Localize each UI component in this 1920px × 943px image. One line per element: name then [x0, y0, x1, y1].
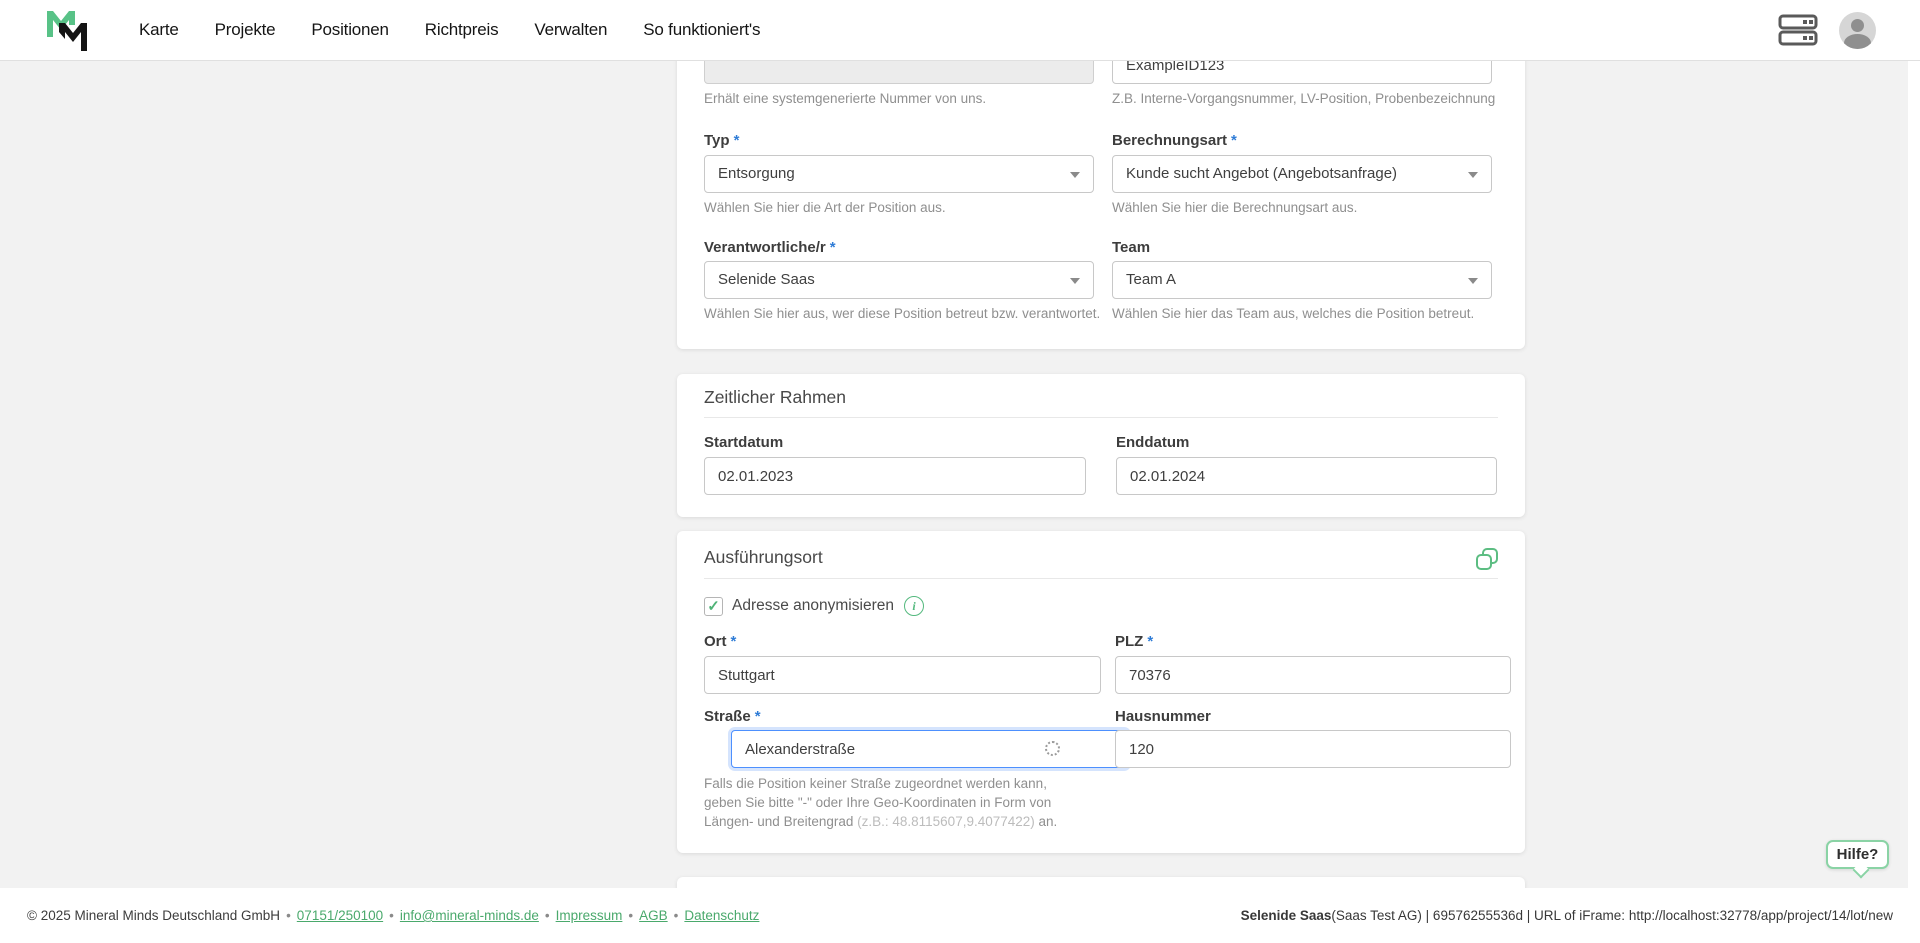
typ-hint: Wählen Sie hier die Art der Position aus…: [704, 200, 1094, 215]
berechnungsart-hint: Wählen Sie hier die Berechnungsart aus.: [1112, 200, 1492, 215]
footer-left: © 2025 Mineral Minds Deutschland GmbH • …: [27, 888, 759, 943]
card-next-section: [677, 877, 1525, 888]
ort-input[interactable]: [704, 656, 1101, 694]
copyright-text: © 2025 Mineral Minds Deutschland GmbH: [27, 908, 280, 923]
footer-session-info: Selenide Saas (Saas Test AG) | 695762555…: [1241, 888, 1893, 943]
strasse-help-text: Falls die Position keiner Straße zugeord…: [704, 774, 1084, 831]
hausnummer-input[interactable]: [1115, 730, 1511, 768]
plz-input[interactable]: [1115, 656, 1511, 694]
footer-link-phone[interactable]: 07151/250100: [297, 908, 383, 923]
verantwortliche-label: Verantwortliche/r*: [704, 239, 1094, 256]
checkmark-icon: ✓: [707, 599, 720, 614]
team-label: Team: [1112, 239, 1492, 256]
card-position-details: Erhält eine systemgenerierte Nummer von …: [677, 61, 1525, 349]
required-asterisk: *: [734, 132, 740, 149]
divider: [704, 417, 1498, 418]
nav-item-karte[interactable]: Karte: [139, 20, 179, 40]
strasse-label: Straße*: [704, 708, 1101, 725]
external-id-hint: Z.B. Interne-Vorgangsnummer, LV-Position…: [1112, 91, 1492, 106]
footer-username: Selenide Saas: [1241, 908, 1332, 923]
startdatum-input[interactable]: [704, 457, 1086, 495]
system-number-input: [704, 61, 1094, 84]
nav-item-projekte[interactable]: Projekte: [215, 20, 276, 40]
berechnungsart-label: Berechnungsart*: [1112, 132, 1492, 149]
section-title-zeitlicher-rahmen: Zeitlicher Rahmen: [704, 387, 846, 408]
enddatum-input[interactable]: [1116, 457, 1497, 495]
nav-item-verwalten[interactable]: Verwalten: [534, 20, 607, 40]
card-ausfuehrungsort: Ausführungsort ✓ Adresse anonymisieren i…: [677, 531, 1525, 853]
verantwortliche-select[interactable]: Selenide Saas: [704, 261, 1094, 299]
navbar-right: [1777, 0, 1876, 60]
separator: •: [286, 908, 291, 923]
external-id-input[interactable]: [1112, 61, 1492, 84]
nav-item-positionen[interactable]: Positionen: [311, 20, 388, 40]
chevron-down-icon: [1468, 278, 1478, 284]
nav-links: Karte Projekte Positionen Richtpreis Ver…: [139, 0, 760, 60]
anonymize-checkbox[interactable]: ✓: [704, 597, 723, 616]
separator: •: [628, 908, 633, 923]
hausnummer-label: Hausnummer: [1115, 708, 1511, 725]
chevron-down-icon: [1468, 172, 1478, 178]
user-avatar[interactable]: [1839, 12, 1876, 49]
footer: © 2025 Mineral Minds Deutschland GmbH • …: [0, 888, 1920, 943]
typ-label: Typ*: [704, 132, 1094, 149]
team-select[interactable]: Team A: [1112, 261, 1492, 299]
footer-link-email[interactable]: info@mineral-minds.de: [400, 908, 539, 923]
berechnungsart-select[interactable]: Kunde sucht Angebot (Angebotsanfrage): [1112, 155, 1492, 193]
team-hint: Wählen Sie hier das Team aus, welches di…: [1112, 306, 1492, 321]
loading-spinner-icon: [1045, 741, 1060, 756]
footer-link-impressum[interactable]: Impressum: [556, 908, 623, 923]
footer-link-agb[interactable]: AGB: [639, 908, 668, 923]
plz-label: PLZ*: [1115, 633, 1511, 650]
separator: •: [674, 908, 679, 923]
required-asterisk: *: [731, 633, 737, 650]
required-asterisk: *: [1231, 132, 1237, 149]
footer-session-details: (Saas Test AG) | 69576255536d | URL of i…: [1331, 908, 1893, 923]
nav-item-richtpreis[interactable]: Richtpreis: [425, 20, 499, 40]
info-icon[interactable]: i: [904, 596, 924, 616]
copy-icon[interactable]: [1475, 547, 1499, 571]
anonymize-row: ✓ Adresse anonymisieren i: [704, 595, 924, 617]
scrollbar-track[interactable]: [1908, 61, 1920, 888]
system-number-hint: Erhält eine systemgenerierte Nummer von …: [704, 91, 1094, 106]
enddatum-label: Enddatum: [1116, 434, 1497, 451]
nav-item-so-funktionierts[interactable]: So funktioniert's: [643, 20, 760, 40]
strasse-input[interactable]: [731, 730, 1128, 768]
verantwortliche-hint: Wählen Sie hier aus, wer diese Position …: [704, 306, 1094, 321]
required-asterisk: *: [830, 239, 836, 256]
navbar: Karte Projekte Positionen Richtpreis Ver…: [0, 0, 1920, 61]
footer-link-datenschutz[interactable]: Datenschutz: [684, 908, 759, 923]
server-icon[interactable]: [1777, 14, 1819, 46]
avatar-body: [1844, 34, 1871, 49]
chevron-down-icon: [1070, 172, 1080, 178]
divider: [704, 578, 1498, 579]
required-asterisk: *: [755, 708, 761, 725]
separator: •: [545, 908, 550, 923]
main-content: Erhält eine systemgenerierte Nummer von …: [0, 61, 1920, 888]
app-screen: Erhält eine systemgenerierte Nummer von …: [0, 0, 1920, 943]
required-asterisk: *: [1147, 633, 1153, 650]
anonymize-label: Adresse anonymisieren: [732, 597, 894, 615]
startdatum-label: Startdatum: [704, 434, 1086, 451]
separator: •: [389, 908, 394, 923]
chevron-down-icon: [1070, 278, 1080, 284]
avatar-head: [1851, 19, 1864, 32]
ort-label: Ort*: [704, 633, 1101, 650]
mineral-minds-logo[interactable]: [47, 9, 89, 53]
typ-select[interactable]: Entsorgung: [704, 155, 1094, 193]
section-title-ausfuehrungsort: Ausführungsort: [704, 547, 823, 568]
card-zeitlicher-rahmen: Zeitlicher Rahmen Startdatum Enddatum: [677, 374, 1525, 517]
